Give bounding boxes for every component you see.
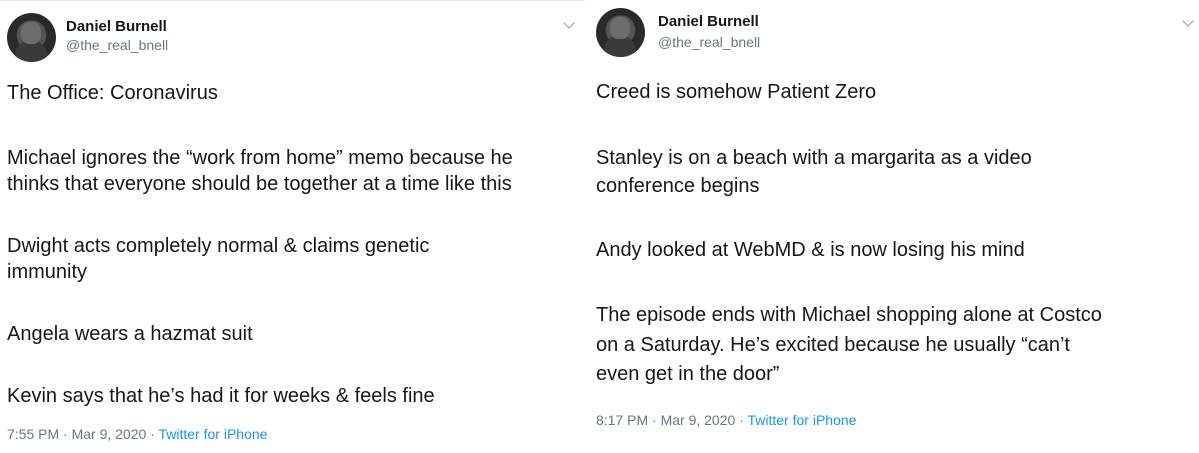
tweet-text-line: even get in the door” (596, 363, 780, 385)
tweet-timestamp[interactable]: 8:17 PM · Mar 9, 2020 · (596, 412, 747, 428)
tweet-text-line: thinks that everyone should be together … (7, 173, 512, 195)
tweet-source-link[interactable]: Twitter for iPhone (158, 426, 267, 442)
tweet-text-line: The Office: Coronavirus (7, 82, 218, 104)
tweet-text-line: Stanley is on a beach with a margarita a… (596, 147, 1032, 169)
author-handle[interactable]: @the_real_bnell (66, 37, 168, 53)
tweet-text-line: Andy looked at WebMD & is now losing his… (596, 239, 1025, 261)
avatar[interactable] (596, 8, 645, 57)
tweet-text-line: conference begins (596, 175, 760, 197)
tweet-text-line: Kevin says that he’s had it for weeks & … (7, 385, 435, 407)
author-handle[interactable]: @the_real_bnell (658, 34, 760, 50)
tweet-meta: 7:55 PM · Mar 9, 2020 · Twitter for iPho… (7, 426, 267, 442)
tweet-card-2: Daniel Burnell @the_real_bnell Creed is … (590, 0, 1199, 452)
avatar[interactable] (7, 13, 56, 62)
tweet-source-link[interactable]: Twitter for iPhone (747, 412, 856, 428)
tweet-screenshots: Daniel Burnell @the_real_bnell The Offic… (0, 0, 1199, 453)
tweet-text-line: The episode ends with Michael shopping a… (596, 304, 1102, 326)
tweet-text-line: Michael ignores the “work from home” mem… (7, 147, 513, 169)
tweet-meta: 8:17 PM · Mar 9, 2020 · Twitter for iPho… (596, 412, 856, 428)
author-name[interactable]: Daniel Burnell (66, 18, 167, 35)
tweet-text-line: on a Saturday. He’s excited because he u… (596, 334, 1070, 356)
tweet-text-line: Angela wears a hazmat suit (7, 323, 253, 345)
tweet-timestamp[interactable]: 7:55 PM · Mar 9, 2020 · (7, 426, 158, 442)
tweet-text-line: Dwight acts completely normal & claims g… (7, 235, 430, 257)
author-name[interactable]: Daniel Burnell (658, 13, 759, 30)
chevron-down-icon[interactable] (563, 17, 575, 29)
tweet-text-line: immunity (7, 261, 88, 283)
chevron-down-icon[interactable] (1182, 15, 1194, 27)
tweet-card-1: Daniel Burnell @the_real_bnell The Offic… (0, 0, 585, 453)
tweet-text-line: Creed is somehow Patient Zero (596, 81, 877, 103)
